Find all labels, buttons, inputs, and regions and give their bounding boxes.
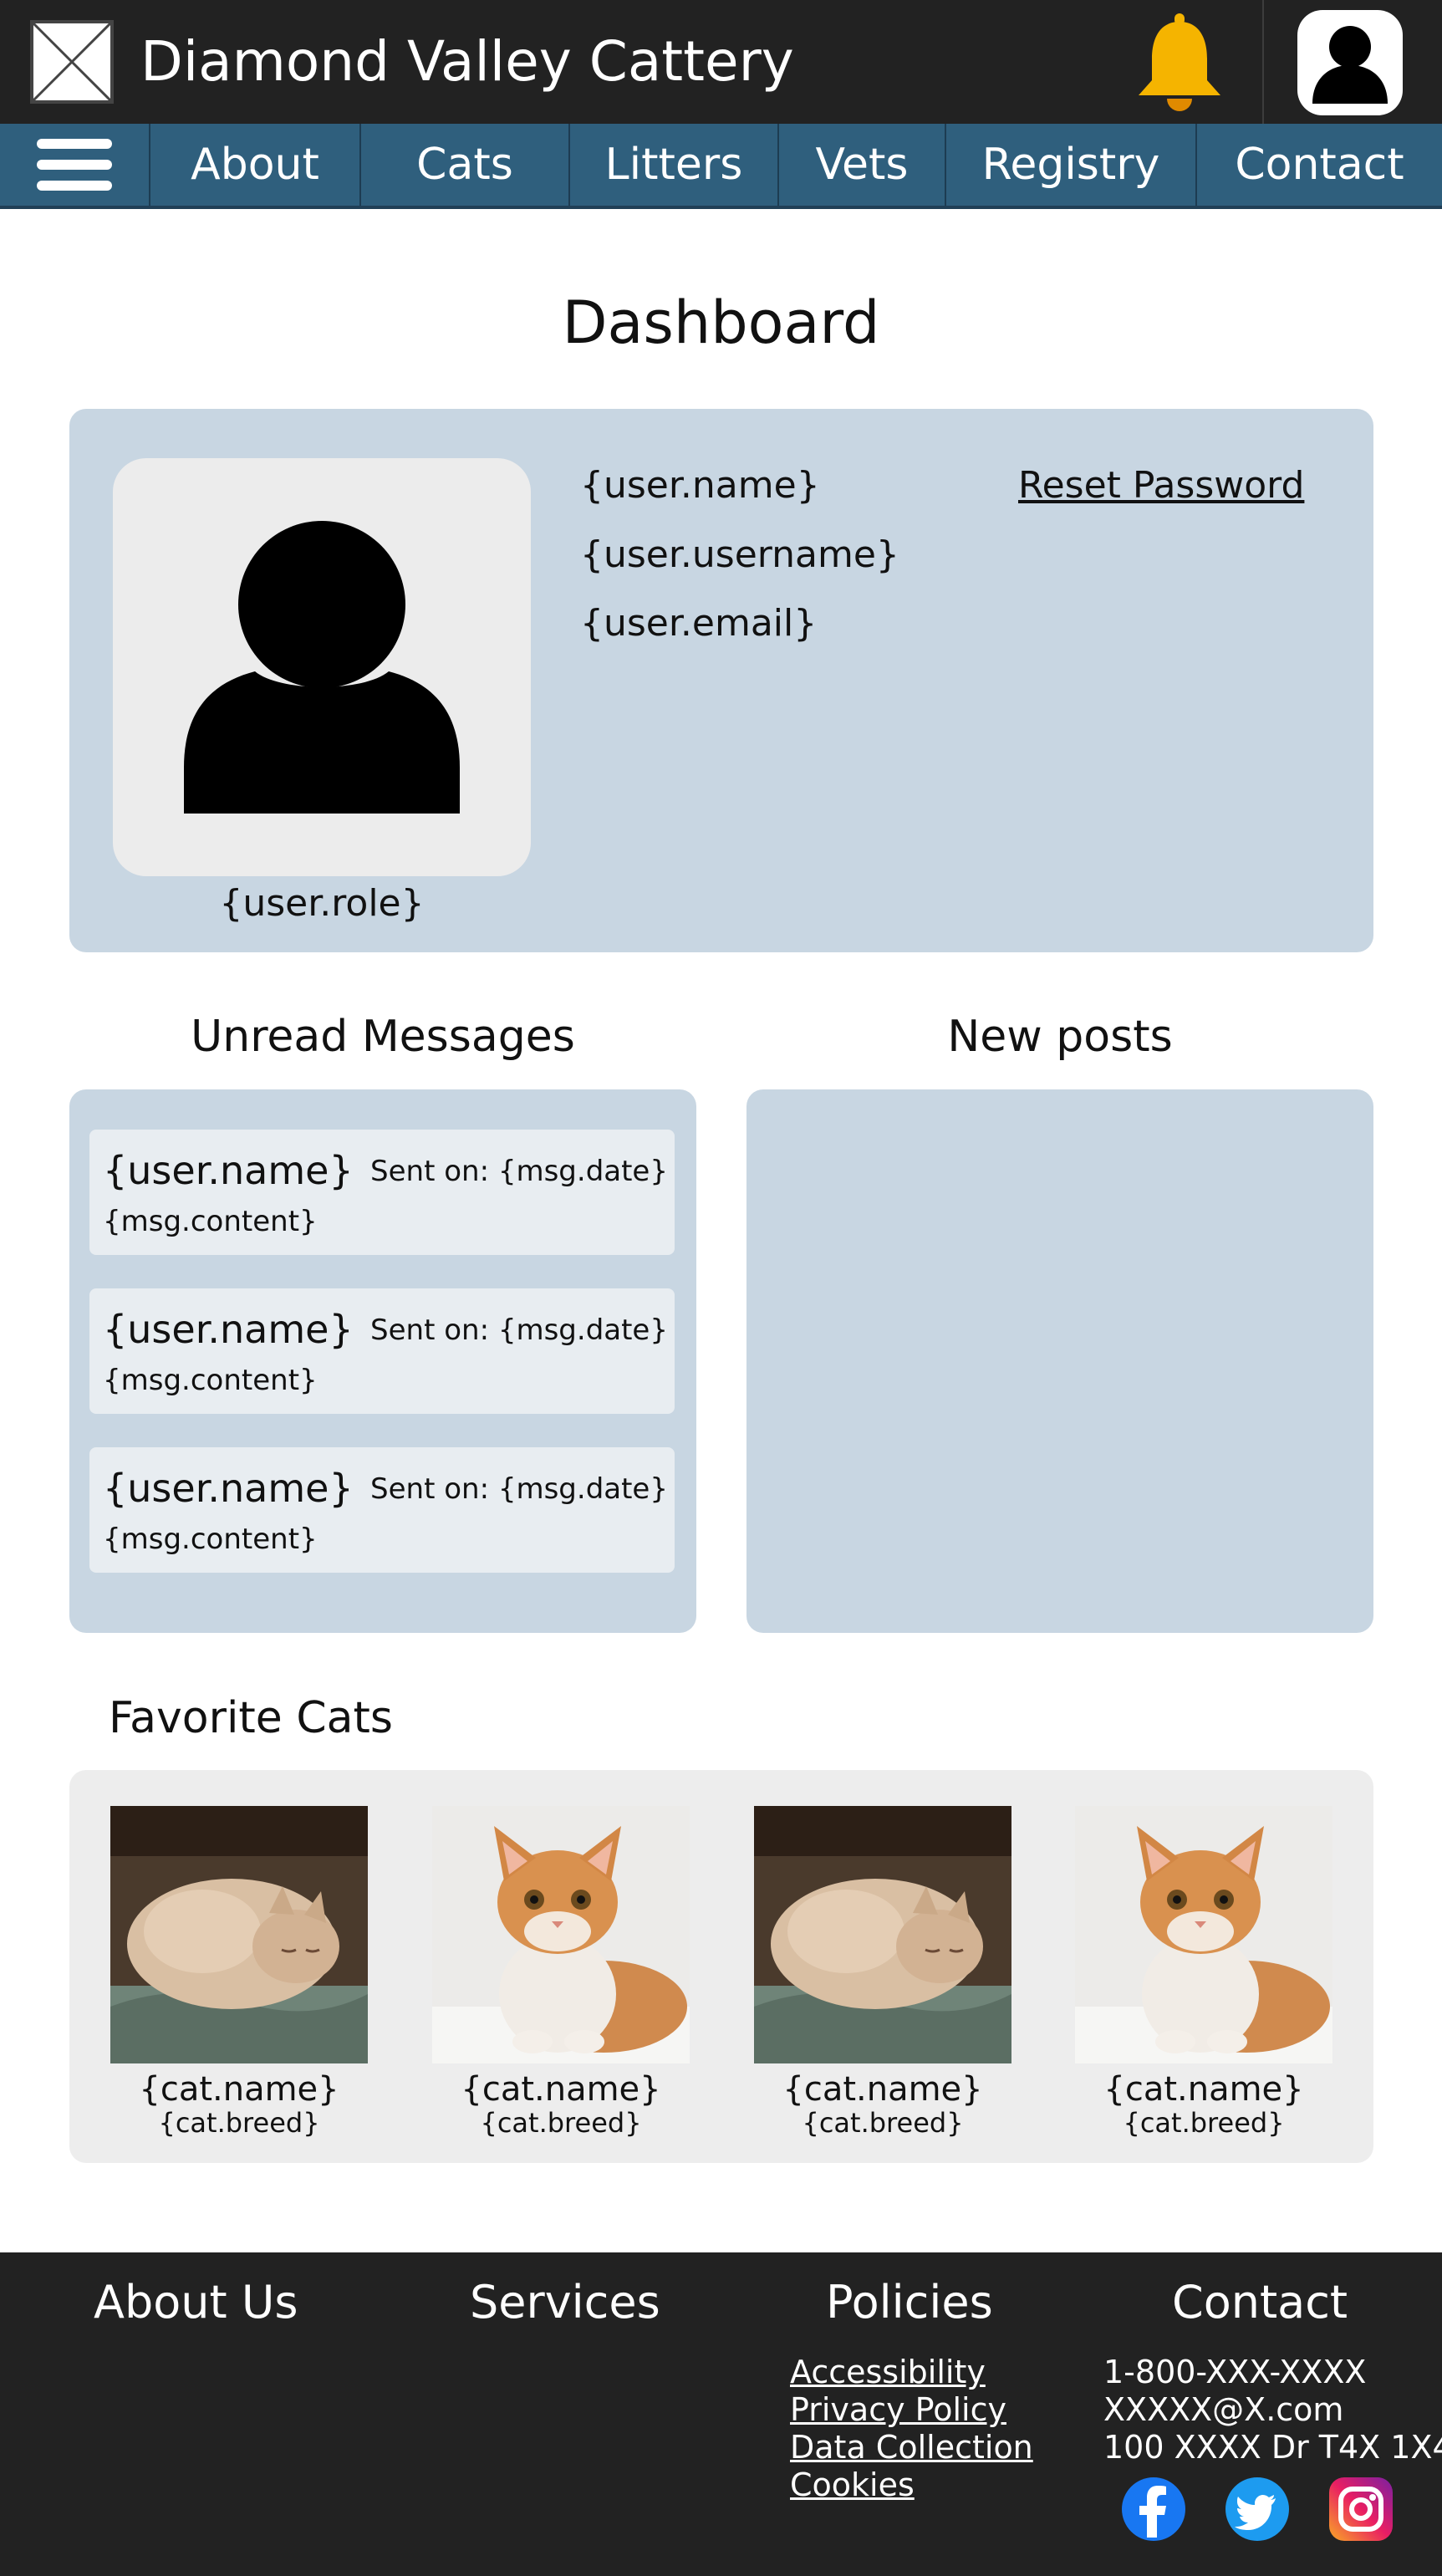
nav-item-cats[interactable]: Cats — [359, 124, 568, 206]
user-role: {user.role} — [219, 882, 425, 925]
sleeping-cream-cat-photo — [754, 1806, 1011, 2063]
user-username: {user.username} — [580, 533, 899, 576]
message-date: Sent on: {msg.date} — [370, 1472, 668, 1506]
message-item[interactable]: {user.name} Sent on: {msg.date} {msg.con… — [89, 1288, 675, 1414]
message-sender: {user.name} — [103, 1307, 354, 1352]
nav-item-contact[interactable]: Contact — [1195, 124, 1442, 206]
message-content: {msg.content} — [103, 1364, 318, 1397]
reset-password-link[interactable]: Reset Password — [1018, 464, 1304, 507]
page-title: Dashboard — [562, 288, 880, 357]
footer-services-title[interactable]: Services — [470, 2276, 660, 2329]
nav-item-vets[interactable]: Vets — [777, 124, 945, 206]
user-email: {user.email} — [580, 602, 818, 645]
user-name: {user.name} — [580, 464, 820, 507]
unread-messages-title: Unread Messages — [191, 1012, 575, 1062]
facebook-icon[interactable] — [1122, 2477, 1185, 2541]
footer-about-title[interactable]: About Us — [94, 2276, 298, 2329]
footer-policies-title: Policies — [826, 2276, 993, 2329]
user-silhouette-icon — [113, 458, 531, 876]
cat-name: {cat.name} — [139, 2070, 339, 2109]
header-divider — [1262, 0, 1264, 124]
message-item[interactable]: {user.name} Sent on: {msg.date} {msg.con… — [89, 1447, 675, 1573]
menu-bar-line — [37, 160, 112, 170]
favorite-cats-title: Favorite Cats — [109, 1693, 393, 1743]
instagram-icon[interactable] — [1329, 2477, 1393, 2541]
user-icon[interactable] — [1297, 10, 1403, 115]
nav-item-registry[interactable]: Registry — [945, 124, 1195, 206]
cat-breed: {cat.breed} — [802, 2107, 964, 2139]
hamburger-menu-icon[interactable] — [0, 124, 149, 206]
message-sender: {user.name} — [103, 1466, 354, 1511]
cat-name: {cat.name} — [461, 2070, 661, 2109]
cat-breed: {cat.breed} — [1123, 2107, 1285, 2139]
nav-item-about[interactable]: About — [149, 124, 359, 206]
bell-icon[interactable] — [1134, 12, 1225, 115]
twitter-icon[interactable] — [1225, 2477, 1289, 2541]
message-content: {msg.content} — [103, 1205, 318, 1238]
site-title[interactable]: Diamond Valley Cattery — [140, 23, 794, 100]
cat-name: {cat.name} — [1103, 2070, 1304, 2109]
message-date: Sent on: {msg.date} — [370, 1155, 668, 1188]
menu-bar-line — [37, 139, 112, 149]
contact-email: XXXXX@X.com — [1103, 2391, 1344, 2428]
footer-contact-title: Contact — [1172, 2276, 1348, 2329]
new-posts-panel — [746, 1089, 1373, 1633]
orange-tabby-kitten-photo — [1075, 1806, 1332, 2063]
cat-breed: {cat.breed} — [158, 2107, 320, 2139]
nav-item-litters[interactable]: Litters — [568, 124, 777, 206]
image-placeholder-icon[interactable] — [30, 20, 114, 104]
orange-tabby-kitten-photo — [432, 1806, 690, 2063]
message-content: {msg.content} — [103, 1523, 318, 1556]
cookies-link[interactable]: Cookies — [790, 2466, 915, 2503]
accessibility-link[interactable]: Accessibility — [790, 2354, 986, 2390]
new-posts-title: New posts — [947, 1012, 1173, 1062]
sleeping-cream-cat-photo — [110, 1806, 368, 2063]
menu-bar-line — [37, 181, 112, 191]
contact-address: 100 XXXX Dr T4X 1X4 — [1103, 2429, 1442, 2466]
message-item[interactable]: {user.name} Sent on: {msg.date} {msg.con… — [89, 1130, 675, 1255]
privacy-policy-link[interactable]: Privacy Policy — [790, 2391, 1006, 2428]
data-collection-link[interactable]: Data Collection — [790, 2429, 1033, 2466]
main-navigation: About Cats Litters Vets Registry Contact — [0, 124, 1442, 209]
cat-breed: {cat.breed} — [480, 2107, 642, 2139]
contact-phone: 1-800-XXX-XXXX — [1103, 2354, 1367, 2390]
message-date: Sent on: {msg.date} — [370, 1314, 668, 1347]
cat-name: {cat.name} — [782, 2070, 983, 2109]
message-sender: {user.name} — [103, 1148, 354, 1193]
